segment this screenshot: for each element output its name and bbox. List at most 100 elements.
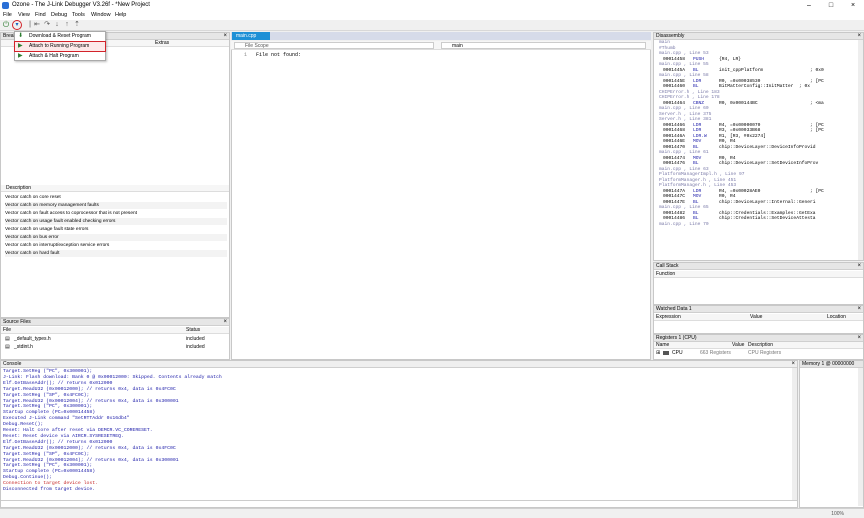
step-return-icon[interactable]: ⇡ <box>73 21 81 29</box>
instruction-operands: R1, [R3, #0x2274] <box>719 133 766 139</box>
attach-running-item[interactable]: ▶ Attach to Running Program <box>14 41 106 52</box>
editor-content: File not found: <box>256 52 302 58</box>
disassembly-source-line[interactable]: main.cpp , Line 70 <box>659 222 709 228</box>
vector-row[interactable]: Vector catch on memory management faults <box>5 202 227 209</box>
source-files-column-header: File Status <box>1 327 229 334</box>
file-icon: ▤ <box>5 344 10 350</box>
vector-row[interactable]: Vector catch on usage fault enabled chec… <box>5 218 227 225</box>
watched-data-panel: Watched Data 1 × Expression Value Locati… <box>653 305 864 334</box>
debug-dropdown-menu: ⬇ Download & Reset Program ▶ Attach to R… <box>14 31 106 61</box>
expand-icon[interactable]: ⊞ <box>656 350 660 356</box>
instruction-operands: init_cppPlatform ; 0x0 <box>719 67 824 73</box>
console-panel: Console × Target.SetReg ("PC", 0x300001)… <box>0 360 798 508</box>
source-file-status: included <box>186 336 205 342</box>
name-column-header: Name <box>656 342 670 348</box>
attach-halt-item[interactable]: ▶ Attach & Halt Program <box>15 52 105 61</box>
line-number: 1 <box>244 52 248 58</box>
vector-row[interactable]: Vector catch on fault access to coproces… <box>5 210 227 217</box>
watched-data-header: Watched Data 1 × <box>654 306 863 313</box>
tab-main-cpp[interactable]: main.cpp <box>232 32 270 40</box>
title-bar: Ozone - The J-Link Debugger V3.26f - *Ne… <box>0 0 864 11</box>
console-line: Disconnected from target device. <box>3 487 96 492</box>
menu-tools[interactable]: Tools <box>72 12 85 18</box>
description-column-header: Description <box>748 342 774 348</box>
window-title: Ozone - The J-Link Debugger V3.26f - *Ne… <box>12 2 150 8</box>
vector-row[interactable]: Vector catch on core reset <box>5 194 227 201</box>
source-files-panel: Source Files × File Status ▤ _default_ty… <box>0 318 230 360</box>
vector-row[interactable]: Vector catch on usage fault state errors <box>5 226 227 233</box>
editor-scope-bar: File Scope main <box>231 41 651 50</box>
value-column-header: Value <box>750 314 763 320</box>
instruction-operands: chip::DeviceLayer::SetDeviceInfoProv <box>719 161 819 166</box>
play-icon: ▶ <box>18 53 23 59</box>
register-value: 663 Registers <box>700 350 731 356</box>
power-icon[interactable]: ⏻ <box>2 21 10 29</box>
instruction-operands: R0, =0x00038530 ; [PC <box>719 78 824 84</box>
menu-file[interactable]: File <box>3 12 12 18</box>
close-button[interactable]: × <box>842 0 864 11</box>
console-input[interactable] <box>1 500 797 507</box>
menu-debug[interactable]: Debug <box>51 12 67 18</box>
instruction-operands: R4, =0x00028AE0 ; [PC <box>719 188 824 194</box>
download-icon: ⬇ <box>18 33 24 39</box>
expression-column-header: Expression <box>656 314 681 320</box>
registers-columns: Name Value Description <box>654 342 863 349</box>
step-out-icon[interactable]: ↑ <box>63 21 71 29</box>
menu-help[interactable]: Help <box>115 12 126 18</box>
instruction-operands: R4, =0x00000070 ; [PC <box>719 122 824 128</box>
app-logo-icon <box>2 2 9 9</box>
call-stack-panel: Call Stack × Function <box>653 262 864 305</box>
editor-tab-strip <box>231 32 651 40</box>
call-stack-header: Call Stack × <box>654 263 863 270</box>
step-back-icon[interactable]: ⇤ <box>33 21 41 29</box>
instruction-operands: chip::DeviceLayer::DeviceInfoProvid <box>719 144 816 150</box>
vector-row[interactable]: Vector catch on hard fault <box>5 250 227 257</box>
vector-row[interactable]: Vector catch on bus error <box>5 234 227 241</box>
close-icon[interactable]: × <box>223 33 227 40</box>
instruction-operands: R0, R4 <box>719 194 736 199</box>
register-description: CPU Registers <box>748 350 782 356</box>
scrollbar[interactable] <box>858 40 863 260</box>
watched-data-columns: Expression Value Location <box>654 314 863 321</box>
chevron-down-icon[interactable]: ▾ <box>12 20 22 30</box>
instruction-operands: chip::Credentials::Examples::GetExa <box>719 210 816 216</box>
close-icon[interactable]: × <box>223 319 227 326</box>
source-files-header: Source Files × <box>1 319 229 326</box>
play-icon: ▶ <box>18 43 23 49</box>
download-reset-item[interactable]: ⬇ Download & Reset Program <box>15 32 105 41</box>
menu-find[interactable]: Find <box>35 12 46 18</box>
scrollbar[interactable] <box>792 368 797 500</box>
close-icon[interactable]: × <box>857 263 861 270</box>
register-name: CPU <box>672 350 683 356</box>
close-icon[interactable]: × <box>857 306 861 313</box>
editor-panel: 1 File not found: <box>231 50 651 360</box>
instruction-operands: {R4, LR} <box>719 56 742 62</box>
status-bar: 100% <box>0 508 864 518</box>
instruction-operands: R0, R4 <box>719 139 736 144</box>
maximize-button[interactable]: □ <box>820 0 842 11</box>
memory-header: Memory 1 @ 00000000 <box>800 361 863 368</box>
location-column-header: Location <box>827 314 846 320</box>
instruction-operands: R0, R4 <box>719 155 736 161</box>
memory-panel: Memory 1 @ 00000000 <box>799 360 864 508</box>
file-column-header: File <box>3 327 12 333</box>
minimize-button[interactable]: – <box>798 0 820 11</box>
source-file-name[interactable]: _stdint.h <box>14 344 33 351</box>
scrollbar[interactable] <box>858 368 863 506</box>
instruction-operands: R3, =0x00033B68 ; [PC <box>719 128 824 133</box>
toolbar: ⏻ ▾ | ⇤ ↷ ↓ ↑ ⇡ <box>0 20 864 31</box>
close-icon[interactable]: × <box>857 33 861 40</box>
menu-window[interactable]: Window <box>91 12 111 18</box>
menu-view[interactable]: View <box>18 12 30 18</box>
file-scope-select[interactable]: File Scope <box>234 42 434 49</box>
step-into-icon[interactable]: ↓ <box>53 21 61 29</box>
source-file-name[interactable]: _default_types.h <box>14 336 51 343</box>
vector-row[interactable]: Vector catch on interrupt/exception serv… <box>5 242 227 249</box>
step-over-icon[interactable]: ↷ <box>43 21 51 29</box>
registers-header: Registers 1 (CPU) × <box>654 335 863 342</box>
value-column-header: Value <box>732 342 745 348</box>
function-select[interactable]: main <box>441 42 646 49</box>
close-icon[interactable]: × <box>857 335 861 342</box>
disassembly-header: Disassembly × <box>654 33 863 40</box>
close-icon[interactable]: × <box>791 361 795 368</box>
